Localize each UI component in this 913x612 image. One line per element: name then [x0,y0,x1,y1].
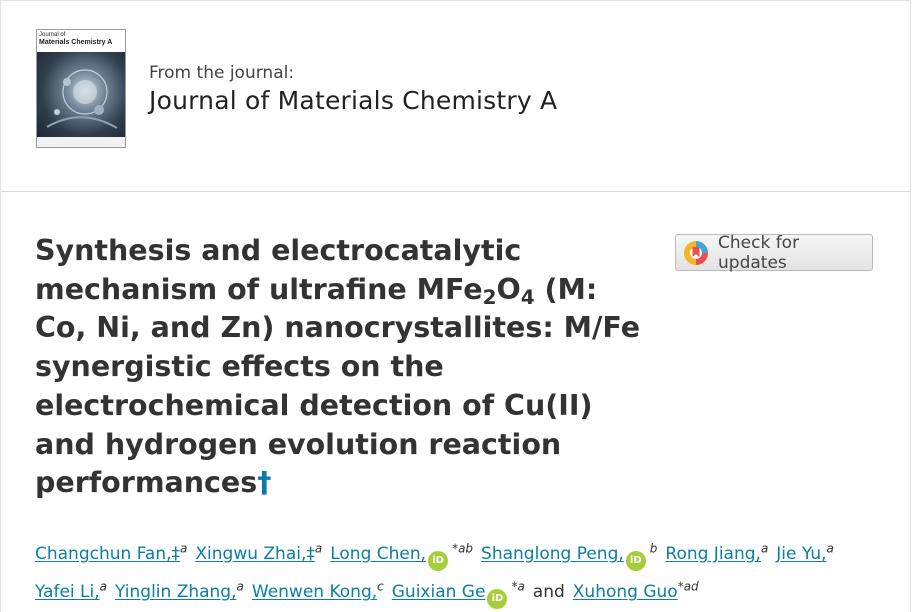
author-name-link[interactable]: Guixian Ge [392,582,486,602]
author-item: Xuhong Guo*ad [573,579,699,602]
title-subscript-4: 4 [520,284,535,309]
orcid-icon[interactable]: iD [428,551,449,571]
author-list: Changchun Fan,‡a Xingwu Zhai,‡a Long Chen,… [35,535,895,611]
cover-title-line2: Materials Chemistry A [39,39,113,46]
journal-cover-image[interactable]: Journal of Materials Chemistry A [36,29,126,148]
journal-header-card: Journal of Materials Chemistry A From th… [0,0,911,192]
author-name-link[interactable]: Changchun Fan [35,544,166,564]
author-item: Guixian Ge iD*a [392,579,525,609]
affiliation-marker: *ad [677,579,699,594]
author-item: Wenwen Kong,c [252,579,384,602]
affiliation-marker: a [180,541,188,556]
supplementary-info-link[interactable]: † [257,466,271,499]
affiliation-marker: a [99,579,107,594]
author-name-link[interactable]: Long Chen [330,544,420,564]
affiliation-marker: a [760,541,769,556]
cover-title-line1: Journal of [39,32,66,38]
author-name-link[interactable]: Xingwu Zhai [195,544,301,564]
affiliation-marker: a [826,541,834,556]
affiliation-marker: a [236,579,244,594]
author-suffix: ,‡ [300,544,315,564]
cover-footer [37,137,125,147]
author-item: Shanglong Peng, iDb [481,541,658,571]
author-connector: and [532,582,565,602]
author-line-1: Changchun Fan,‡a Xingwu Zhai,‡a Long Chen,… [35,535,895,573]
title-text-1: Synthesis and electrocatalytic mechanism… [35,234,522,306]
journal-name-link[interactable]: Journal of Materials Chemistry A [149,86,557,115]
orcid-icon[interactable]: iD [487,589,508,609]
affiliation-marker: c [377,579,384,594]
title-subscript-2: 2 [482,284,497,309]
author-item: Jie Yu,a [776,541,834,564]
author-name-link[interactable]: Yafei Li [35,582,94,602]
check-for-updates-button[interactable]: Check for updates [675,232,873,273]
affiliation-marker: b [649,541,658,556]
title-text-3: (M: Co, Ni, and Zn) nanocrystallites: M/… [35,272,641,500]
author-suffix: , [618,544,624,564]
author-name-link[interactable]: Xuhong Guo [573,582,678,602]
check-for-updates-label: Check for updates [718,232,800,273]
author-name-link[interactable]: Rong Jiang [665,544,755,564]
from-journal-label: From the journal: [149,63,295,83]
title-text-2: O [496,272,521,306]
author-name-link[interactable]: Jie Yu [776,544,821,564]
author-name-link[interactable]: Wenwen Kong [252,582,372,602]
article-title: Synthesis and electrocatalytic mechanism… [35,232,645,503]
author-item: Rong Jiang,a [665,541,769,564]
author-item: Changchun Fan,‡a [35,541,188,564]
author-name-link[interactable]: Yinglin Zhang [115,582,231,602]
affiliation-marker: *a [511,579,525,594]
orcid-icon[interactable]: iD [625,551,646,571]
author-item: Yinglin Zhang,a [115,579,244,602]
author-item: Long Chen, iD*ab [330,541,474,571]
affiliation-marker: *ab [452,541,474,556]
author-line-2: Yafei Li,a Yinglin Zhang,a Wenwen Kong,c Gu… [35,573,895,611]
author-item: Xingwu Zhai,‡a [195,541,323,564]
author-suffix: ,‡ [166,544,181,564]
author-item: Yafei Li,a [35,579,107,602]
author-suffix: , [420,544,427,564]
author-name-link[interactable]: Shanglong Peng [481,544,618,564]
cover-artwork [37,52,125,138]
cover-title: Journal of Materials Chemistry A [39,32,112,47]
affiliation-marker: a [314,541,323,556]
crossmark-icon [684,240,708,265]
